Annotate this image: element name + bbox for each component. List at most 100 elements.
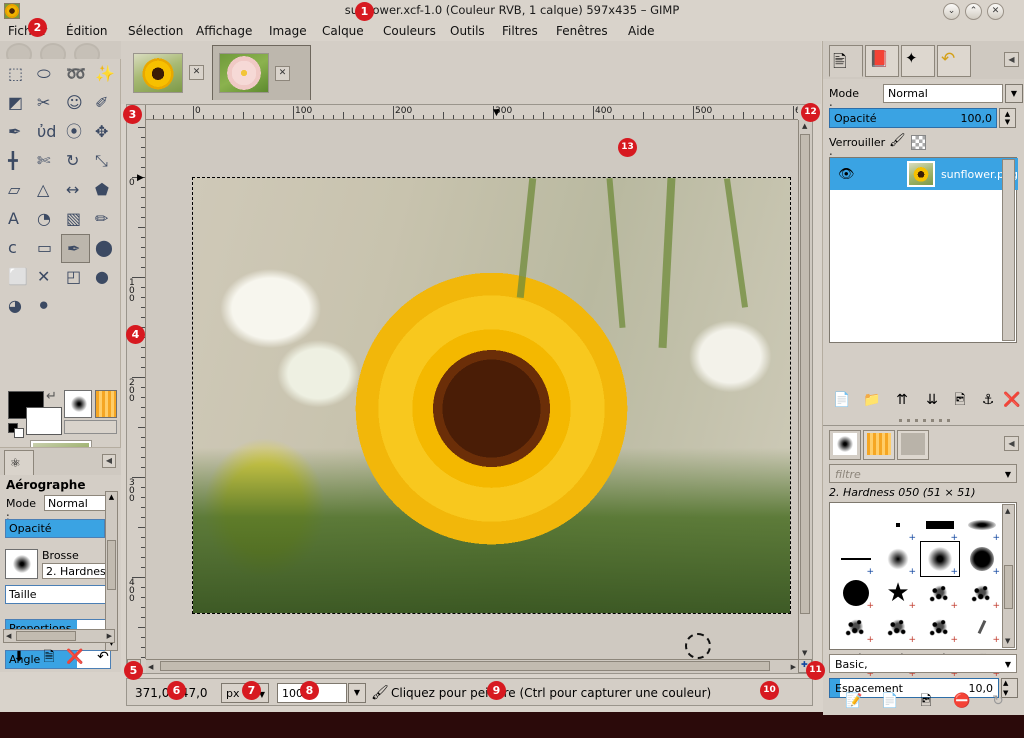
brush-grid[interactable]: ▲ ▼ ++++++++★+++++++++++ (829, 502, 1017, 650)
ink-icon[interactable]: ⬤ (90, 234, 119, 263)
collapse-icon[interactable]: ◀ (1004, 52, 1019, 67)
mode-value[interactable]: Normal (44, 495, 112, 511)
scroll-up-icon[interactable]: ▲ (802, 122, 807, 130)
minimize-button[interactable]: ⌄ (943, 3, 960, 20)
brush-cell[interactable]: + (878, 541, 918, 577)
brush-tag-select[interactable]: Basic, ▼ (829, 654, 1017, 673)
brush-cell[interactable]: + (920, 575, 960, 611)
layers-tab-icon[interactable]: 🖹 (829, 45, 863, 77)
swap-colors-icon[interactable]: ↵ (46, 389, 57, 404)
heal-icon[interactable]: ✕ (32, 263, 61, 292)
patterns-tab-icon[interactable] (863, 430, 895, 460)
brush-cell[interactable]: + (878, 609, 918, 645)
rotate-icon[interactable]: ↻ (61, 147, 90, 176)
menu-fenetres[interactable]: Fenêtres (556, 24, 608, 38)
eye-icon[interactable]: 👁 (838, 167, 855, 182)
close-button[interactable]: ✕ (987, 3, 1004, 20)
dock-separator[interactable] (823, 417, 1024, 425)
menu-filtres[interactable]: Filtres (502, 24, 538, 38)
chevron-down-icon[interactable]: ▼ (1005, 84, 1023, 103)
gradient-indicator[interactable] (64, 420, 117, 434)
spinner-down-icon[interactable]: ▼ (1000, 118, 1015, 126)
size-slider[interactable]: Taille (5, 585, 111, 604)
fuzzy-select-icon[interactable]: ✨ (90, 60, 119, 89)
chevron-down-icon[interactable]: ▼ (1005, 660, 1011, 669)
brush-cell[interactable]: + (962, 541, 1002, 577)
layer-row[interactable]: 👁 sunflower.png (830, 158, 1018, 190)
paths-icon[interactable]: ✐ (90, 89, 119, 118)
scroll-thumb-h[interactable] (16, 631, 76, 641)
measure-icon[interactable]: ⦿ (61, 118, 90, 147)
reset-tool-options-icon[interactable]: ↶ (92, 646, 114, 668)
menu-calque[interactable]: Calque (322, 24, 364, 38)
horizontal-ruler[interactable]: 0100200300400500600▼ (146, 105, 798, 120)
menu-affichage[interactable]: Affichage (196, 24, 252, 38)
opacity-slider[interactable]: Opacité (5, 519, 105, 538)
menu-couleurs[interactable]: Couleurs (383, 24, 436, 38)
new-brush-icon[interactable]: 📄 (877, 689, 903, 713)
menu-outils[interactable]: Outils (450, 24, 485, 38)
tool-options-hscrollbar[interactable]: ◀ ▶ (3, 629, 115, 643)
brushes-tab-icon[interactable] (829, 430, 861, 460)
scroll-up-icon[interactable]: ▲ (1005, 507, 1010, 515)
foreground-select-icon[interactable]: ☺ (61, 89, 90, 118)
vertical-ruler[interactable]: 0100200300400▶ (127, 119, 146, 659)
collapse-icon[interactable]: ◀ (1004, 436, 1019, 451)
tab-sunflower[interactable]: ✕ (127, 45, 217, 100)
brush-indicator[interactable] (64, 390, 92, 418)
tool-options-vscrollbar[interactable]: ▲ ▼ (105, 491, 118, 651)
background-color-swatch[interactable] (26, 407, 62, 435)
layer-opacity-slider[interactable]: Opacité 100,0 (829, 108, 997, 128)
menu-edition[interactable]: Édition (66, 24, 108, 38)
shear-icon[interactable]: ▱ (3, 176, 32, 205)
brush-cell[interactable]: + (962, 575, 1002, 611)
restore-tool-preset-icon[interactable]: 🗎 (38, 646, 60, 668)
delete-layer-icon[interactable]: ❌ (999, 388, 1024, 412)
rect-select-icon[interactable]: ⬚ (3, 60, 32, 89)
duplicate-layer-icon[interactable]: 🖻 (947, 388, 973, 412)
scroll-thumb[interactable] (800, 134, 810, 614)
menu-aide[interactable]: Aide (628, 24, 655, 38)
bucket-fill-icon[interactable]: ◔ (32, 205, 61, 234)
cage-transform-icon[interactable]: ⬟ (90, 176, 119, 205)
smudge-icon[interactable]: ◕ (3, 292, 32, 321)
collapse-icon[interactable]: ◀ (102, 454, 116, 468)
scissors-select-icon[interactable]: ✂ (32, 89, 61, 118)
delete-brush-icon[interactable]: ⛔ (949, 689, 975, 713)
ellipse-select-icon[interactable]: ⬭ (32, 60, 61, 89)
brush-cell[interactable]: + (962, 609, 1002, 645)
zoom-icon[interactable]: ὐd (32, 118, 61, 147)
refresh-brushes-icon[interactable]: ↻ (985, 689, 1011, 713)
brush-cell[interactable]: + (836, 541, 876, 577)
scroll-left-icon[interactable]: ◀ (148, 663, 153, 671)
edit-brush-icon[interactable]: 📝 (841, 689, 867, 713)
brush-cell[interactable]: + (878, 507, 918, 543)
save-tool-preset-icon[interactable]: ⬇ (8, 646, 30, 668)
lock-pixels-icon[interactable]: 🖌 (889, 133, 906, 148)
pattern-indicator[interactable] (95, 390, 117, 418)
canvas-hscrollbar[interactable]: ◀ ▶ (146, 659, 798, 673)
menu-image[interactable]: Image (269, 24, 307, 38)
maximize-button[interactable]: ⌃ (965, 3, 982, 20)
scroll-down-icon[interactable]: ▼ (802, 649, 807, 657)
eraser-icon[interactable]: ▭ (32, 234, 61, 263)
scroll-right-icon[interactable]: ▶ (791, 663, 796, 671)
move-icon[interactable]: ✥ (90, 118, 119, 147)
layer-opacity-spinner[interactable]: ▲ ▼ (999, 108, 1016, 128)
scroll-right-icon[interactable]: ▶ (107, 632, 112, 640)
dodge-burn-icon[interactable]: ⚫ (32, 292, 61, 321)
canvas-image[interactable] (193, 178, 790, 613)
brush-grid-scrollbar[interactable]: ▲ ▼ (1002, 504, 1015, 648)
brush-cell[interactable]: + (920, 609, 960, 645)
perspective-icon[interactable]: △ (32, 176, 61, 205)
lock-alpha-icon[interactable] (911, 135, 926, 150)
tool-options-tab[interactable]: ⚛ (4, 450, 34, 475)
color-picker-icon[interactable]: ✒ (3, 118, 32, 147)
brush-preview[interactable] (5, 549, 38, 579)
scale-icon[interactable]: ⤡ (90, 147, 119, 176)
perspective-clone-icon[interactable]: ◰ (61, 263, 90, 292)
crop-icon[interactable]: ✄ (32, 147, 61, 176)
free-select-icon[interactable]: ➿ (61, 60, 90, 89)
brush-value[interactable]: 2. Hardnes (42, 563, 112, 579)
spinner-up-icon[interactable]: ▲ (1003, 679, 1008, 687)
